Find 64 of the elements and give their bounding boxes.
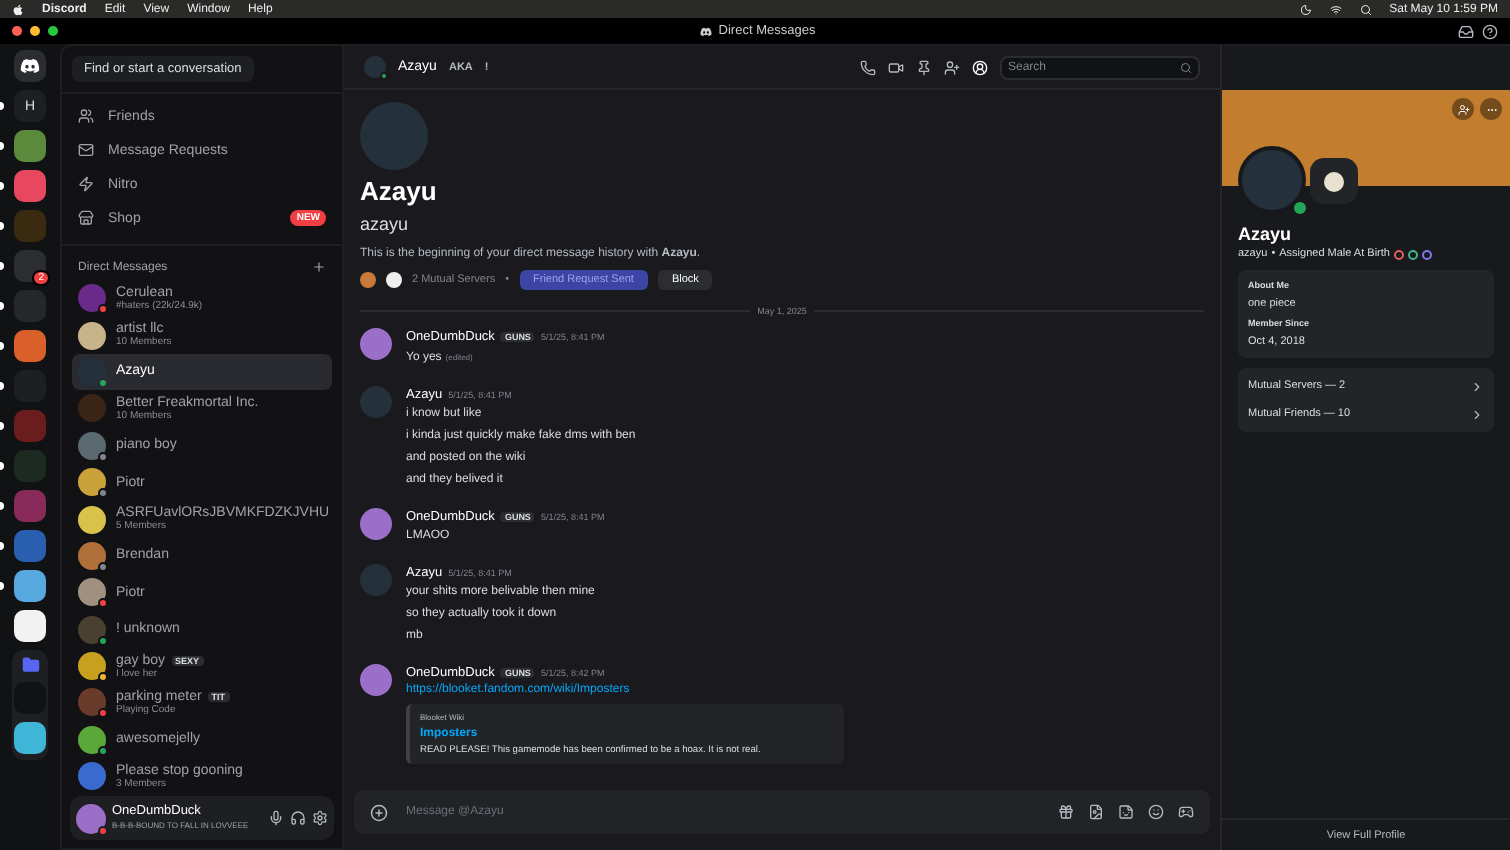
close-window-button[interactable] — [12, 26, 22, 36]
discord-logo-icon[interactable] — [14, 50, 46, 82]
more-button[interactable] — [1480, 98, 1502, 120]
display-name: Azayu — [360, 176, 439, 206]
add-icon[interactable] — [312, 260, 326, 274]
avatar — [78, 357, 106, 386]
avatar — [78, 321, 106, 350]
add-attachment-icon[interactable] — [370, 803, 388, 821]
server-icon[interactable] — [14, 722, 46, 754]
search-icon[interactable] — [1359, 3, 1372, 15]
user-profile-icon[interactable] — [972, 59, 988, 75]
minimize-window-button[interactable] — [30, 26, 40, 36]
friends-icon — [78, 108, 94, 124]
server-icon[interactable] — [14, 250, 46, 282]
avatar — [78, 284, 106, 313]
avatar — [78, 652, 106, 681]
avatar — [78, 688, 106, 717]
profile-badge-icon[interactable] — [1393, 249, 1404, 259]
profile-badge-icon[interactable] — [1421, 249, 1432, 259]
folder-icon — [21, 656, 39, 674]
avatar — [78, 762, 106, 790]
gamepad-icon[interactable] — [1178, 804, 1194, 820]
avatar — [78, 615, 106, 644]
discord-logo-icon — [700, 25, 713, 37]
envelope-icon — [78, 142, 94, 158]
server-folder[interactable] — [12, 650, 48, 760]
video-icon[interactable] — [888, 59, 904, 75]
avatar — [78, 505, 106, 534]
apple-logo-icon[interactable] — [12, 3, 24, 15]
server-icon[interactable] — [14, 570, 46, 602]
help-icon[interactable] — [1482, 23, 1498, 39]
avatar — [78, 541, 106, 570]
headphones-icon[interactable] — [290, 810, 306, 826]
shop-icon — [78, 210, 94, 226]
nitro-icon — [78, 176, 94, 192]
emoji-placeholder — [1324, 171, 1344, 191]
avatar — [78, 725, 106, 754]
settings-icon[interactable] — [312, 810, 328, 826]
avatar — [78, 578, 106, 607]
pin-icon[interactable] — [916, 59, 932, 75]
server-icon[interactable] — [14, 610, 46, 642]
gif-icon[interactable] — [1088, 804, 1104, 820]
avatar — [360, 102, 428, 170]
search-icon — [1180, 61, 1192, 73]
sticker-icon[interactable] — [1118, 804, 1134, 820]
add-user-icon[interactable] — [944, 59, 960, 75]
avatar — [78, 431, 106, 460]
profile-badge-icon[interactable] — [1407, 249, 1418, 259]
avatar — [76, 803, 106, 833]
avatar — [364, 56, 386, 78]
moon-icon[interactable] — [1299, 3, 1312, 15]
microphone-icon[interactable] — [268, 810, 284, 826]
zoom-window-button[interactable] — [48, 26, 58, 36]
emoji-icon[interactable] — [1148, 804, 1164, 820]
avatar — [78, 468, 106, 497]
username: azayu — [360, 214, 411, 234]
phone-icon[interactable] — [860, 59, 876, 75]
add-friend-button[interactable] — [1452, 98, 1474, 120]
gift-icon[interactable] — [1058, 804, 1074, 820]
inbox-icon[interactable] — [1458, 23, 1474, 39]
add-user-icon — [1457, 103, 1469, 115]
avatar — [78, 394, 106, 423]
wifi-icon[interactable] — [1329, 3, 1342, 15]
profile-name: Azayu — [1238, 224, 1294, 244]
